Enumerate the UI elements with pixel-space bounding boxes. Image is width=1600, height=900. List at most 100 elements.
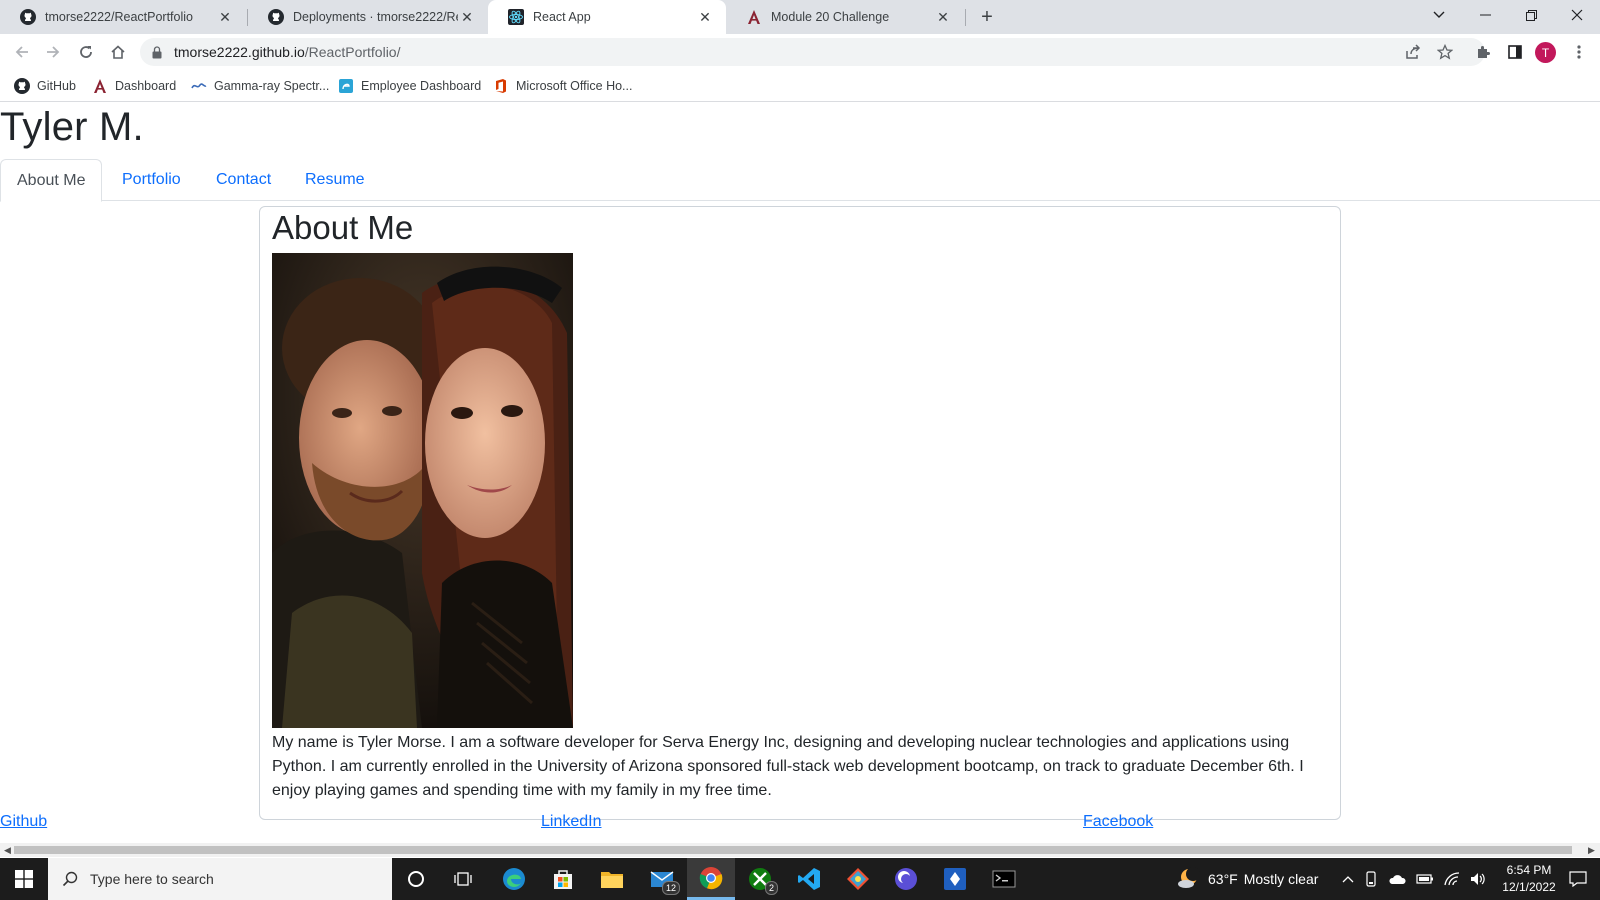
nav-tab-contact[interactable]: Contact <box>216 159 271 201</box>
notification-icon <box>1569 871 1587 887</box>
tab-search-button[interactable] <box>1416 0 1462 30</box>
footer-link-facebook[interactable]: Facebook <box>1083 813 1153 831</box>
page-viewport: Tyler M. About Me Portfolio Contact Resu… <box>0 103 1600 850</box>
home-icon <box>111 45 125 59</box>
about-me-card: About Me My name is Tyler Morse. I am a … <box>259 206 1341 820</box>
site-nav-tabs: About Me Portfolio Contact Resume <box>0 159 1600 202</box>
action-center-button[interactable] <box>1556 858 1600 900</box>
more-vert-icon <box>1577 45 1581 59</box>
system-tray <box>1342 858 1486 900</box>
arrow-right-icon <box>47 46 60 58</box>
nav-tab-resume[interactable]: Resume <box>305 159 365 201</box>
mail-badge: 12 <box>661 881 680 895</box>
nav-tab-portfolio[interactable]: Portfolio <box>122 159 181 201</box>
weather-text: Mostly clear <box>1243 871 1319 887</box>
weather-widget[interactable]: 63°F Mostly clear <box>1176 858 1318 900</box>
tab-title: tmorse2222/ReactPortfolio <box>45 10 193 24</box>
wifi-icon[interactable] <box>1444 872 1460 886</box>
taskbar-chrome[interactable] <box>687 858 735 900</box>
task-view-button[interactable] <box>440 858 488 900</box>
taskbar-terminal[interactable] <box>980 858 1028 900</box>
restore-button[interactable] <box>1508 0 1554 30</box>
tab-title: React App <box>533 10 591 24</box>
browser-tab-deployments[interactable]: Deployments · tmorse2222/ReactPortfolio … <box>248 0 488 34</box>
home-button[interactable] <box>105 39 131 65</box>
minimize-icon <box>1479 14 1491 16</box>
bookmark-dashboard[interactable]: Dashboard <box>92 76 176 96</box>
git-kraken-icon <box>847 868 869 890</box>
tab-divider <box>965 9 966 26</box>
moon-cloud-icon <box>1178 867 1200 888</box>
taskbar-app-blue[interactable] <box>931 858 979 900</box>
onedrive-icon[interactable] <box>1388 873 1406 885</box>
canvas-icon <box>92 78 108 94</box>
new-tab-button[interactable]: + <box>975 5 999 29</box>
device-icon[interactable] <box>1364 871 1378 887</box>
window-close-button[interactable] <box>1554 0 1600 30</box>
puzzle-icon <box>1478 46 1490 58</box>
start-button[interactable] <box>0 858 48 900</box>
address-bar[interactable]: tmorse2222.github.io/ReactPortfolio/ <box>140 38 1485 66</box>
minimize-button[interactable] <box>1462 0 1508 30</box>
bookmark-gamma-ray[interactable]: Gamma-ray Spectr... <box>191 76 329 96</box>
scroll-left-arrow-icon[interactable]: ◀ <box>4 845 11 856</box>
taskbar-vscode[interactable] <box>785 858 833 900</box>
taskbar-file-explorer[interactable] <box>588 858 636 900</box>
search-placeholder: Type here to search <box>90 871 214 887</box>
arrow-left-icon <box>15 46 28 58</box>
site-title: Tyler M. <box>0 105 144 149</box>
close-icon[interactable]: ✕ <box>216 8 234 26</box>
footer-link-github[interactable]: Github <box>0 813 47 831</box>
chevron-up-icon[interactable] <box>1342 875 1354 883</box>
browser-menu-button[interactable] <box>1566 39 1592 65</box>
folder-icon <box>601 872 623 888</box>
bookmark-star-button[interactable] <box>1432 39 1458 65</box>
browser-tab-module-20[interactable]: Module 20 Challenge ✕ <box>726 0 964 34</box>
bookmark-office[interactable]: Microsoft Office Ho... <box>493 76 632 96</box>
close-icon[interactable]: ✕ <box>934 8 952 26</box>
nav-tab-about-me[interactable]: About Me <box>0 159 103 202</box>
url-path: /ReactPortfolio/ <box>304 44 401 60</box>
close-icon[interactable]: ✕ <box>458 8 476 26</box>
extensions-button[interactable] <box>1470 39 1496 65</box>
taskbar-git-tool[interactable] <box>834 858 882 900</box>
taskbar-store[interactable] <box>539 858 587 900</box>
lock-icon <box>152 45 162 59</box>
bookmark-github[interactable]: GitHub <box>14 76 76 96</box>
cortana-button[interactable] <box>392 858 440 900</box>
back-button[interactable] <box>9 39 35 65</box>
browser-tab-strip: tmorse2222/ReactPortfolio ✕ Deployments … <box>0 0 1600 34</box>
taskbar-xbox[interactable]: 2 <box>736 858 784 900</box>
bookmark-label: Employee Dashboard <box>361 79 482 93</box>
star-icon <box>1437 44 1453 60</box>
windows-taskbar: Type here to search 12 2 63°F Mostly cle… <box>0 858 1600 900</box>
bookmark-employee-dashboard[interactable]: Employee Dashboard <box>338 76 481 96</box>
share-icon <box>1406 44 1421 59</box>
close-icon[interactable]: ✕ <box>696 8 714 26</box>
reload-button[interactable] <box>73 39 99 65</box>
side-panel-icon <box>1508 45 1522 59</box>
browser-tab-react-app[interactable]: React App ✕ <box>488 0 726 34</box>
profile-avatar[interactable]: T <box>1535 42 1556 63</box>
taskbar-app-purple[interactable] <box>882 858 930 900</box>
close-icon <box>1571 9 1583 21</box>
footer-link-linkedin[interactable]: LinkedIn <box>541 813 602 831</box>
edge-page-icon <box>338 78 354 94</box>
forward-button[interactable] <box>40 39 66 65</box>
share-button[interactable] <box>1400 39 1426 65</box>
tab-title: Module 20 Challenge <box>771 10 890 24</box>
terminal-icon <box>992 870 1016 888</box>
volume-icon[interactable] <box>1470 872 1486 886</box>
taskbar-mail[interactable]: 12 <box>638 858 686 900</box>
horizontal-scrollbar[interactable]: ◀ ▶ <box>0 843 1600 857</box>
section-heading: About Me <box>272 209 414 246</box>
browser-tab-react-portfolio-repo[interactable]: tmorse2222/ReactPortfolio ✕ <box>0 0 246 34</box>
scrollbar-thumb[interactable] <box>14 846 1572 854</box>
taskbar-search[interactable]: Type here to search <box>48 858 392 900</box>
github-icon <box>20 9 36 25</box>
bookmarks-bar: GitHub Dashboard Gamma-ray Spectr... Emp… <box>0 70 1600 102</box>
side-panel-button[interactable] <box>1502 39 1528 65</box>
taskbar-edge[interactable] <box>490 858 538 900</box>
scroll-right-arrow-icon[interactable]: ▶ <box>1588 845 1595 856</box>
battery-icon[interactable] <box>1416 873 1434 885</box>
